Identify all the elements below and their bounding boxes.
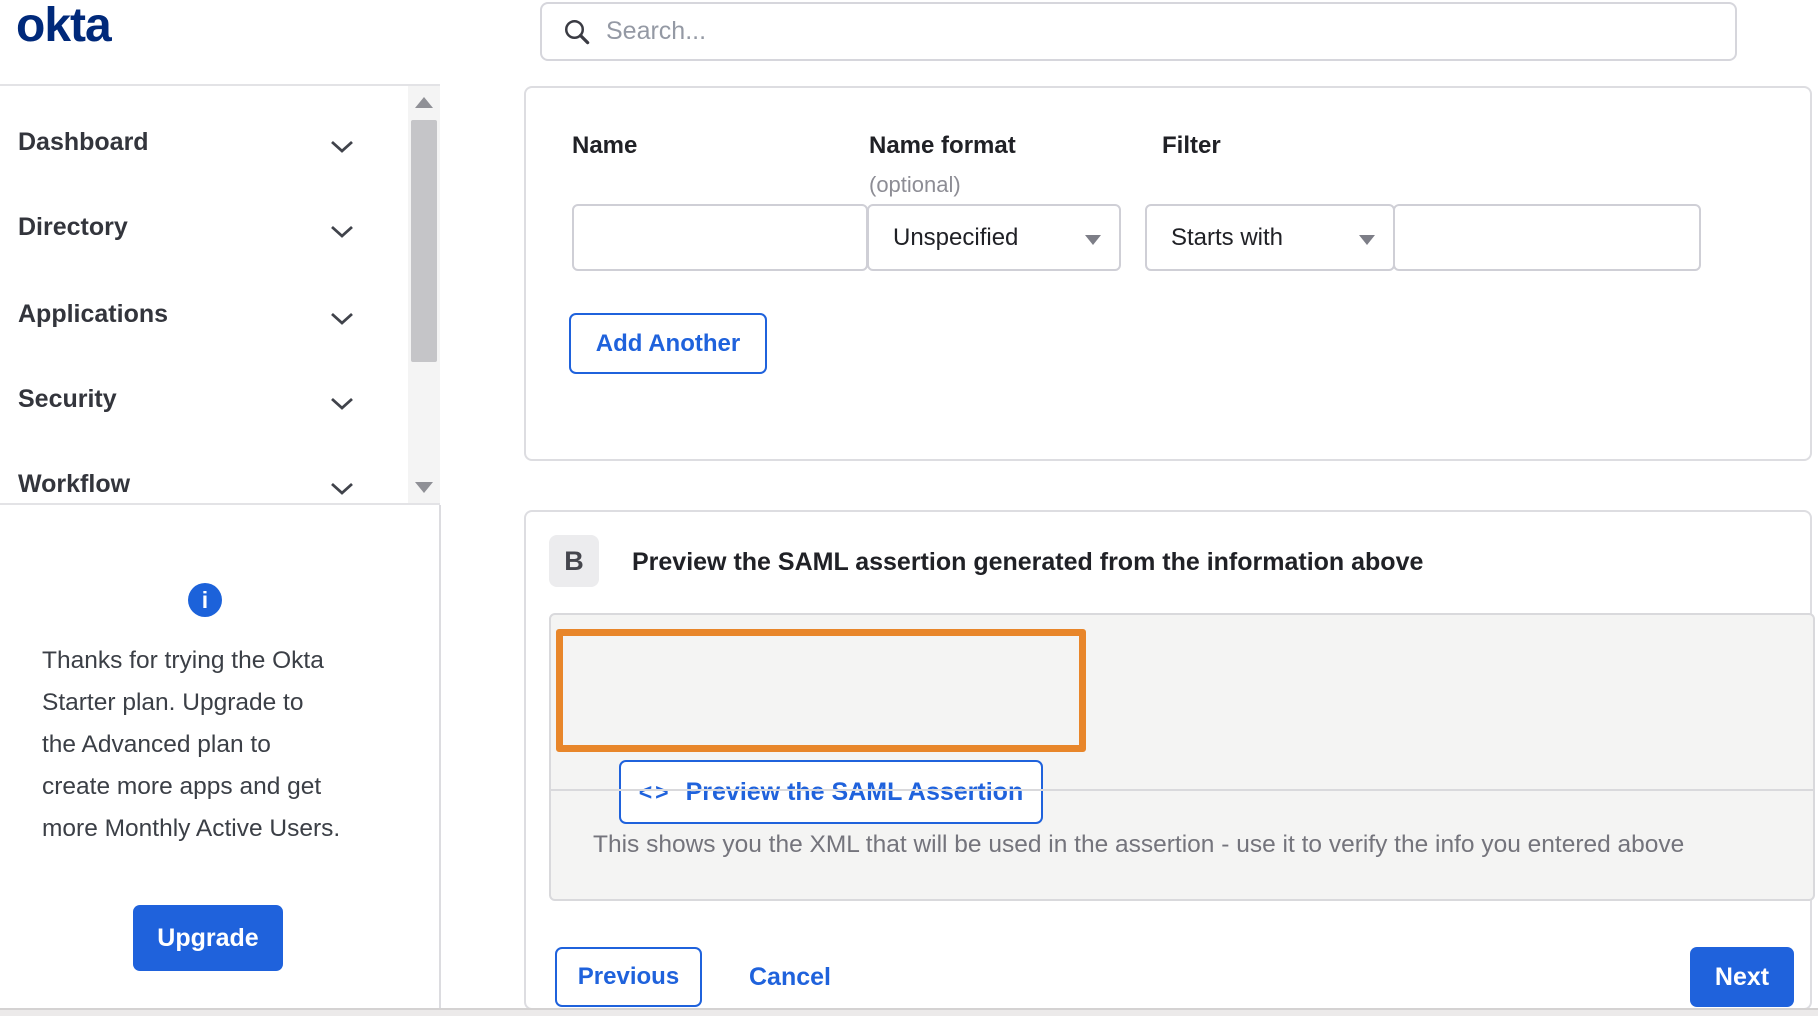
preview-saml-card: B Preview the SAML assertion generated f…	[524, 510, 1815, 1010]
info-icon: i	[188, 583, 222, 617]
top-bar: okta	[0, 0, 1818, 84]
window-bottom-edge	[0, 1008, 1818, 1016]
preview-button-label: Preview the SAML Assertion	[685, 777, 1024, 806]
name-format-value: Unspecified	[893, 223, 1019, 251]
next-button[interactable]: Next	[1690, 947, 1794, 1007]
trial-message: Thanks for trying the Okta Starter plan.…	[42, 647, 341, 842]
sidebar-scrollbar[interactable]	[408, 86, 440, 503]
sidebar-item-security[interactable]: Security	[0, 375, 404, 431]
sidebar-divider	[439, 505, 441, 1009]
chevron-down-icon	[330, 312, 354, 331]
scrollbar-thumb[interactable]	[411, 120, 437, 362]
chevron-down-icon	[330, 225, 354, 244]
filter-condition-value: Starts with	[1171, 223, 1284, 251]
sidebar-item-directory[interactable]: Directory	[0, 203, 404, 259]
sidebar-item-applications[interactable]: Applications	[0, 290, 404, 346]
preview-saml-assertion-button[interactable]: <> Preview the SAML Assertion	[619, 760, 1043, 824]
upgrade-button[interactable]: Upgrade	[133, 905, 283, 971]
search-icon	[565, 19, 590, 44]
chevron-down-icon	[330, 482, 354, 501]
sidebar-item-label: Dashboard	[18, 128, 149, 156]
preview-section-title: Preview the SAML assertion generated fro…	[632, 548, 1424, 576]
search-input[interactable]	[592, 4, 1735, 59]
chevron-down-icon	[1359, 235, 1375, 245]
scroll-up-arrow[interactable]	[408, 88, 440, 116]
filter-value-input[interactable]	[1393, 204, 1701, 271]
name-format-select[interactable]: Unspecified	[867, 204, 1121, 271]
panel-divider	[551, 789, 1813, 791]
filter-condition-select[interactable]: Starts with	[1145, 204, 1395, 271]
step-b-badge: B	[549, 535, 599, 587]
cancel-link[interactable]: Cancel	[749, 947, 831, 1007]
preview-panel: <> Preview the SAML Assertion This shows…	[549, 613, 1815, 901]
sidebar-item-dashboard[interactable]: Dashboard	[0, 118, 404, 174]
sidebar-item-label: Security	[18, 385, 117, 413]
search-box[interactable]	[540, 2, 1737, 61]
name-label: Name	[572, 132, 638, 159]
sidebar-item-label: Directory	[18, 213, 128, 241]
code-icon: <>	[638, 778, 672, 805]
chevron-down-icon	[1085, 235, 1101, 245]
previous-button[interactable]: Previous	[555, 947, 702, 1007]
optional-label: (optional)	[869, 172, 961, 197]
add-another-button[interactable]: Add Another	[569, 313, 767, 374]
attribute-statements-card: Name Name format (optional) Filter Unspe…	[524, 86, 1812, 461]
chevron-down-icon	[330, 140, 354, 159]
sidebar-nav: Dashboard Directory Applications Securit…	[0, 84, 440, 505]
okta-logo[interactable]: okta	[16, 0, 112, 53]
preview-note: This shows you the XML that will be used…	[593, 831, 1685, 858]
sidebar-item-label: Workflow	[18, 470, 131, 498]
name-format-label: Name format	[869, 132, 1016, 159]
attribute-name-input[interactable]	[572, 204, 868, 271]
scroll-down-arrow[interactable]	[408, 473, 440, 501]
chevron-down-icon	[330, 397, 354, 416]
filter-label: Filter	[1162, 132, 1221, 159]
sidebar-item-workflow[interactable]: Workflow	[0, 460, 404, 516]
sidebar-item-label: Applications	[18, 300, 169, 328]
